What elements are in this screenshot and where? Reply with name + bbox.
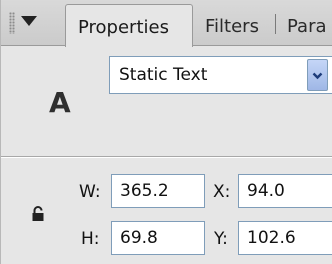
text-type-select[interactable]: Static Text	[109, 56, 332, 94]
y-field[interactable]: 102.6	[238, 221, 332, 255]
chevron-down-icon	[312, 72, 323, 80]
height-field[interactable]: 69.8	[111, 221, 205, 255]
height-label: H:	[81, 229, 100, 249]
tab-filters-label: Filters	[205, 16, 259, 37]
height-value: 69.8	[120, 228, 158, 248]
tab-parameters[interactable]: Para	[283, 4, 332, 44]
lock-icon[interactable]	[31, 206, 45, 222]
triangle-down-icon[interactable]	[21, 16, 37, 26]
tab-separator	[275, 14, 276, 34]
x-label: X:	[213, 182, 231, 202]
y-label: Y:	[214, 229, 228, 249]
panel-grip-handle[interactable]	[9, 12, 15, 34]
width-label: W:	[79, 182, 101, 202]
section-divider	[1, 156, 332, 158]
text-tool-icon: A	[49, 86, 71, 119]
tab-parameters-label: Para	[287, 16, 327, 37]
width-value: 365.2	[120, 181, 169, 201]
properties-panel: Properties Filters Para A Static Text W:…	[0, 0, 332, 264]
tab-properties[interactable]: Properties	[65, 4, 193, 47]
x-value: 94.0	[247, 181, 285, 201]
text-type-selected-value: Static Text	[119, 65, 208, 85]
width-field[interactable]: 365.2	[111, 174, 205, 208]
tab-filters[interactable]: Filters	[197, 4, 273, 44]
tab-properties-label: Properties	[78, 17, 169, 38]
text-type-dropdown-button[interactable]	[307, 59, 328, 91]
x-field[interactable]: 94.0	[238, 174, 332, 208]
y-value: 102.6	[247, 228, 296, 248]
panel-tab-bar: Properties Filters Para	[1, 0, 332, 47]
